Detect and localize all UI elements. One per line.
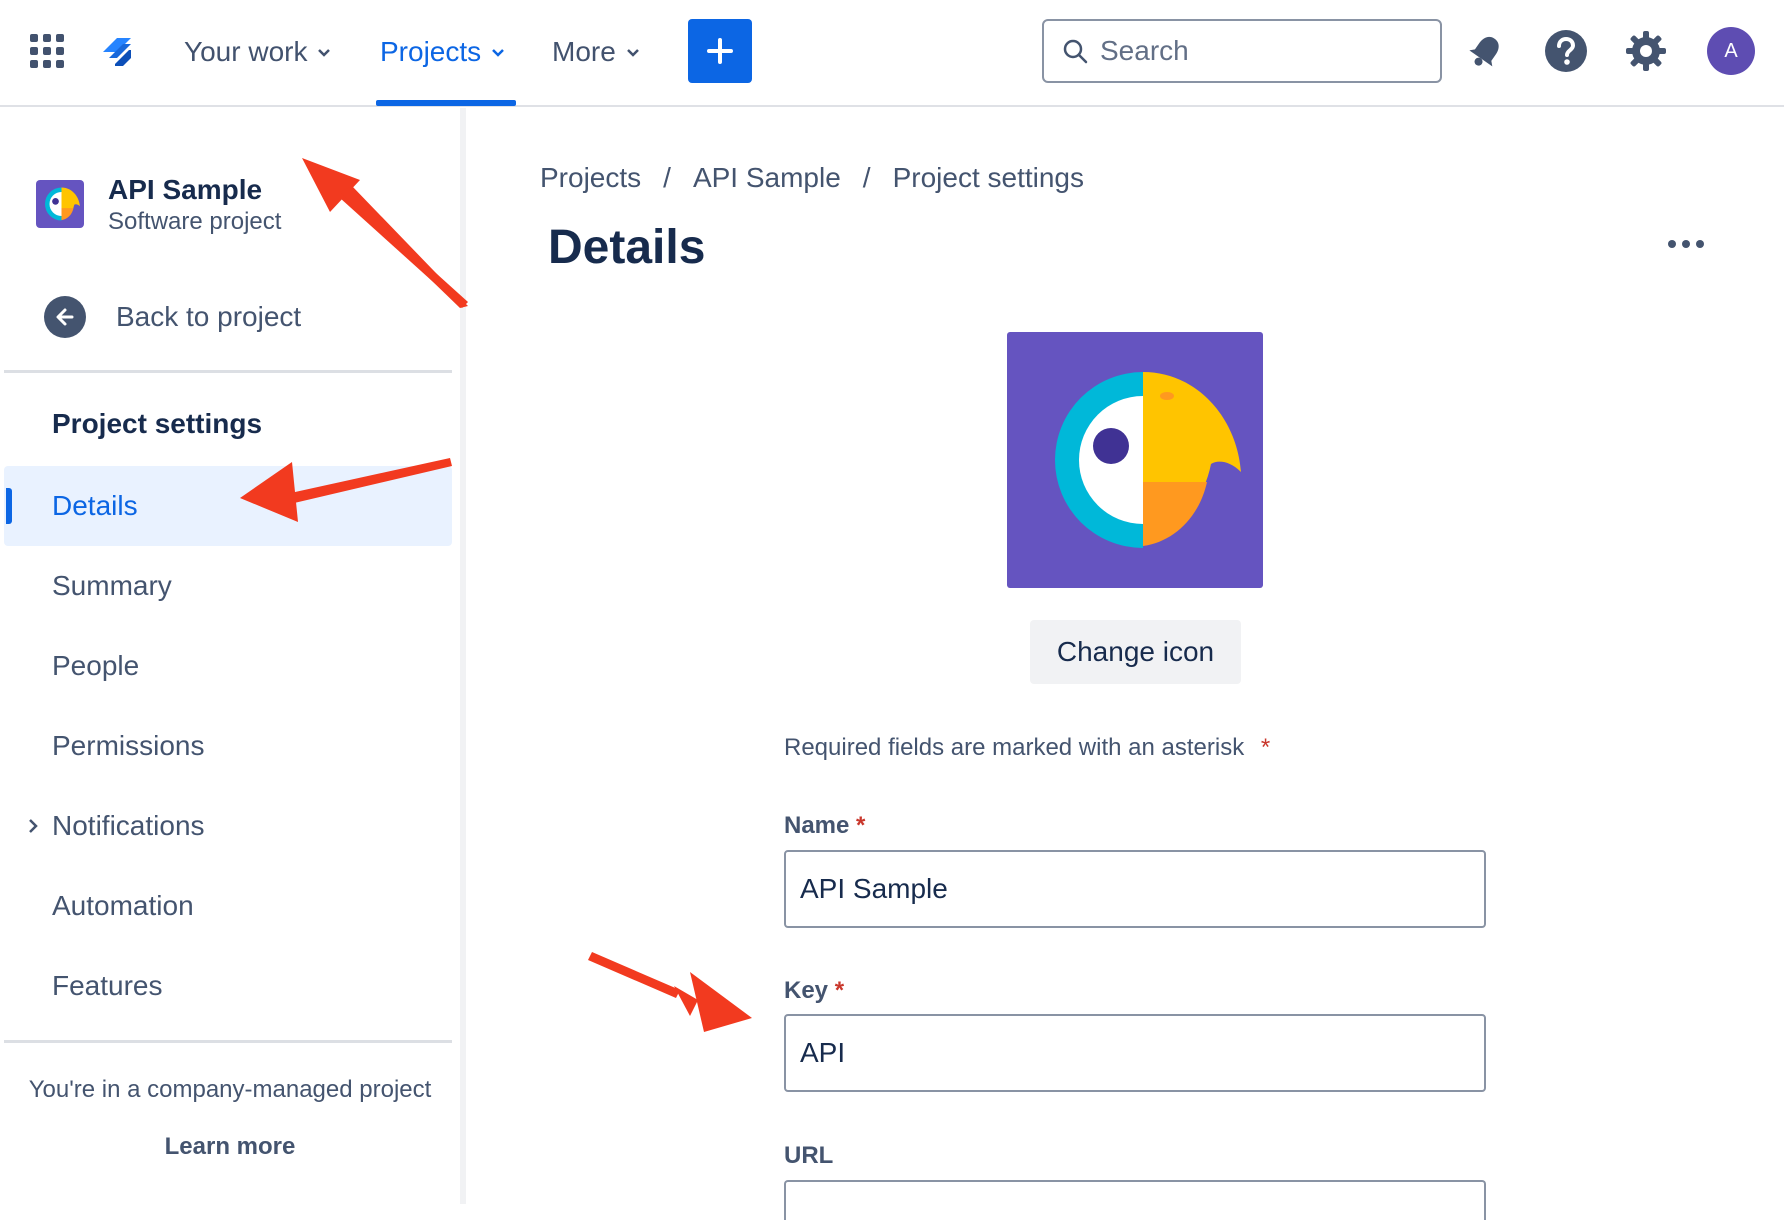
sidebar-item-label: Automation [52, 890, 194, 921]
key-label-text: Key [784, 977, 829, 1004]
avatar-initial: A [1724, 39, 1738, 62]
top-navigation: Your work Projects More Search A [0, 0, 1784, 107]
sidebar-item-label: Details [52, 490, 138, 521]
name-label-text: Name [784, 812, 850, 839]
search-field[interactable] [1042, 19, 1442, 83]
sidebar-item-permissions[interactable]: Permissions [4, 706, 452, 786]
help-icon[interactable] [1541, 26, 1591, 76]
breadcrumb-api-sample[interactable]: API Sample [693, 162, 841, 194]
required-fields-note: Required fields are marked with an aster… [784, 734, 1270, 762]
required-note-text: Required fields are marked with an aster… [784, 734, 1245, 761]
project-type: Software project [108, 208, 282, 235]
sidebar-divider [4, 370, 452, 373]
change-icon-button[interactable]: Change icon [1030, 620, 1241, 684]
breadcrumb-separator: / [663, 162, 671, 193]
back-to-project-link[interactable]: Back to project [44, 296, 301, 338]
sidebar-item-label: Summary [52, 570, 172, 601]
chevron-down-icon [626, 49, 639, 57]
key-field-label: Key * [784, 977, 844, 1005]
page-title: Details [548, 221, 706, 274]
breadcrumb-separator: / [862, 162, 871, 193]
chevron-right-icon[interactable] [26, 818, 40, 834]
sidebar-item-features[interactable]: Features [4, 946, 452, 1026]
required-asterisk: * [856, 812, 866, 839]
project-icon-preview [1007, 332, 1263, 588]
chevron-down-icon [318, 49, 331, 57]
jira-logo-icon[interactable] [95, 30, 139, 74]
project-sidebar: API Sample Software project Back to proj… [0, 108, 466, 1204]
nav-your-work-label: Your work [184, 36, 308, 67]
sidebar-item-label: People [52, 650, 140, 681]
arrow-left-icon [44, 296, 86, 338]
sidebar-item-people[interactable]: People [4, 626, 452, 706]
key-input-value: API [800, 1037, 846, 1068]
nav-more[interactable]: More [552, 30, 641, 74]
sidebar-item-summary[interactable]: Summary [4, 546, 452, 626]
required-asterisk: * [1260, 734, 1271, 761]
annotation-arrow-key [588, 952, 752, 1032]
chevron-down-icon [492, 49, 505, 57]
user-avatar[interactable]: A [1707, 27, 1755, 75]
company-managed-note: You're in a company-managed project [28, 1076, 432, 1103]
nav-more-label: More [552, 36, 616, 67]
project-name: API Sample [108, 174, 263, 205]
search-icon [1063, 39, 1088, 64]
sidebar-item-label: Notifications [52, 810, 205, 841]
nav-projects[interactable]: Projects [380, 30, 506, 74]
sidebar-section-title: Project settings [52, 408, 263, 439]
sidebar-divider [4, 1040, 452, 1043]
url-input[interactable] [784, 1180, 1486, 1220]
url-label-text: URL [784, 1142, 834, 1169]
sidebar-item-label: Features [52, 970, 163, 1001]
nav-your-work[interactable]: Your work [184, 30, 332, 74]
name-input[interactable]: API Sample [784, 850, 1486, 928]
breadcrumb-project-settings[interactable]: Project settings [893, 162, 1084, 194]
settings-gear-icon[interactable] [1621, 26, 1671, 76]
sidebar-item-notifications[interactable]: Notifications [4, 786, 452, 866]
sidebar-item-label: Permissions [52, 730, 205, 761]
sidebar-item-details[interactable]: Details [4, 466, 452, 546]
notifications-bell-icon[interactable] [1461, 26, 1511, 76]
search-input[interactable] [1100, 35, 1420, 67]
app-switcher-icon[interactable] [30, 34, 64, 68]
breadcrumb: Projects / API Sample / Project settings [540, 162, 1084, 194]
nav-projects-label: Projects [380, 36, 482, 67]
create-button[interactable] [688, 19, 752, 83]
url-field-label: URL [784, 1142, 833, 1170]
sidebar-item-automation[interactable]: Automation [4, 866, 452, 946]
learn-more-link[interactable]: Learn more [0, 1133, 460, 1161]
project-avatar-icon [36, 180, 84, 228]
name-field-label: Name * [784, 812, 865, 840]
required-asterisk: * [834, 977, 845, 1004]
name-input-value: API Sample [800, 873, 948, 904]
back-to-project-label: Back to project [116, 301, 302, 332]
key-input[interactable]: API [784, 1014, 1486, 1092]
more-actions-icon[interactable] [1668, 240, 1704, 248]
plus-icon [707, 38, 733, 64]
nav-active-indicator [376, 100, 516, 106]
breadcrumb-projects[interactable]: Projects [540, 162, 641, 194]
